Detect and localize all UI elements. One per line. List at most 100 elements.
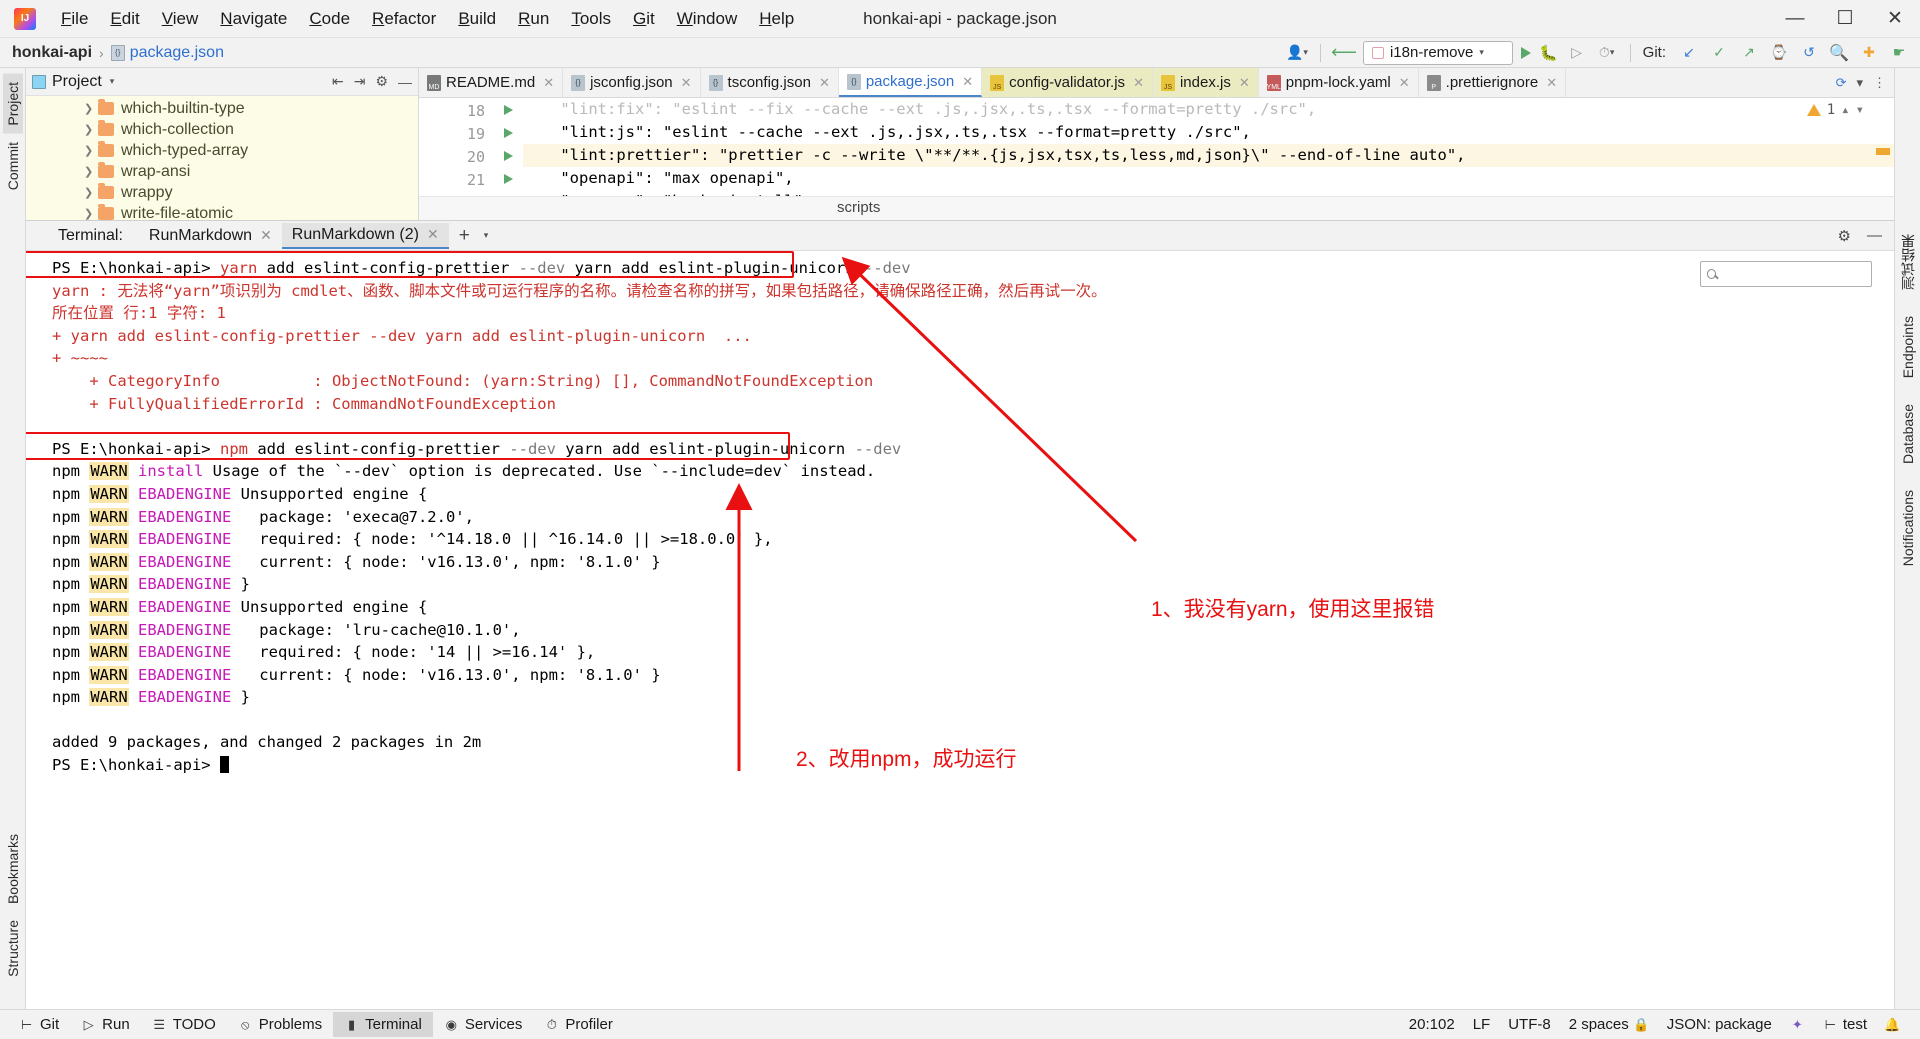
- profiler-icon[interactable]: ⏱ ▾: [1596, 42, 1618, 64]
- project-file-tree[interactable]: ❯ which-builtin-type ❯ which-collection ❯ w…: [26, 96, 418, 220]
- editor-inspection-widget[interactable]: 1 ▴ ▾: [1806, 102, 1864, 118]
- run-script-icon[interactable]: [504, 174, 513, 184]
- terminal-search-input[interactable]: [1700, 261, 1872, 287]
- chevron-right-icon[interactable]: ❯: [84, 186, 98, 199]
- error-stripe-marker[interactable]: [1876, 148, 1890, 155]
- gear-icon[interactable]: ⚙: [1838, 227, 1851, 245]
- status-bar-terminal[interactable]: ▮ Terminal: [333, 1012, 433, 1037]
- close-icon[interactable]: ✕: [543, 75, 554, 91]
- close-icon[interactable]: ✕: [1239, 75, 1250, 91]
- git-commit-check-icon[interactable]: ✓: [1708, 42, 1730, 64]
- run-script-icon[interactable]: [504, 151, 513, 161]
- git-rollback-icon[interactable]: ↺: [1798, 42, 1820, 64]
- editor-tab-readme[interactable]: MD README.md ✕: [419, 68, 564, 97]
- plugin-add-icon[interactable]: ✚: [1858, 42, 1880, 64]
- run-play-icon[interactable]: [1520, 46, 1531, 59]
- search-everywhere-icon[interactable]: 🔍: [1828, 42, 1850, 64]
- menu-code[interactable]: Code: [298, 5, 361, 33]
- indent-setting[interactable]: 2 spaces 🔒: [1569, 1016, 1650, 1033]
- editor-tab-package-json[interactable]: {} package.json ✕: [838, 68, 983, 97]
- chevron-right-icon[interactable]: ❯: [84, 207, 98, 220]
- git-update-icon[interactable]: ↙: [1678, 42, 1700, 64]
- menu-build[interactable]: Build: [447, 5, 507, 33]
- line-separator[interactable]: LF: [1473, 1016, 1491, 1033]
- status-bar-problems[interactable]: ⦸ Problems: [227, 1012, 333, 1037]
- menu-edit[interactable]: Edit: [99, 5, 150, 33]
- tree-node[interactable]: ❯ which-builtin-type: [26, 98, 418, 119]
- close-icon[interactable]: ✕: [1546, 75, 1557, 91]
- code-structure-breadcrumb[interactable]: scripts: [419, 196, 1894, 220]
- hide-panel-icon[interactable]: —: [398, 74, 412, 90]
- breadcrumb-project[interactable]: honkai-api: [12, 44, 92, 62]
- ai-assistant-icon[interactable]: ✦: [1790, 1017, 1805, 1032]
- gear-icon[interactable]: ⚙: [375, 73, 388, 90]
- update-arrow-icon[interactable]: ⟵: [1331, 42, 1357, 64]
- code-editor[interactable]: 18 19 20 21 22 "lint:fix": "eslint --fix…: [419, 98, 1894, 196]
- maximize-button[interactable]: ☐: [1820, 0, 1870, 37]
- notification-bell-icon[interactable]: 🔔: [1884, 1017, 1900, 1032]
- refresh-icon[interactable]: ⟳: [1836, 75, 1847, 91]
- status-bar-services[interactable]: ◉ Services: [433, 1012, 534, 1037]
- chevron-down-icon[interactable]: ▾: [110, 76, 115, 87]
- sidebar-item-test-results[interactable]: 测试结果: [1896, 226, 1920, 298]
- editor-tab-config-validator[interactable]: JS config-validator.js ✕: [982, 68, 1153, 97]
- close-icon[interactable]: ✕: [962, 74, 973, 90]
- sidebar-item-structure[interactable]: Structure: [3, 912, 23, 985]
- tree-node[interactable]: ❯ wrap-ansi: [26, 161, 418, 182]
- terminal-tab-runmarkdown[interactable]: RunMarkdown ✕: [139, 224, 282, 248]
- tree-node[interactable]: ❯ wrappy: [26, 182, 418, 203]
- close-icon[interactable]: ✕: [681, 75, 692, 91]
- close-icon[interactable]: ✕: [427, 226, 439, 243]
- menu-tools[interactable]: Tools: [560, 5, 622, 33]
- minimize-button[interactable]: —: [1770, 0, 1820, 37]
- menu-view[interactable]: View: [151, 5, 210, 33]
- run-with-coverage-icon[interactable]: ▷: [1566, 42, 1588, 64]
- sidebar-item-notifications[interactable]: Notifications: [1898, 482, 1918, 574]
- chevron-down-icon[interactable]: ▾: [1856, 102, 1864, 118]
- more-options-icon[interactable]: ⋮: [1873, 75, 1886, 91]
- editor-tab-index-js[interactable]: JS index.js ✕: [1152, 68, 1259, 97]
- chevron-down-icon[interactable]: ▾: [484, 230, 489, 241]
- close-icon[interactable]: ✕: [1399, 75, 1410, 91]
- menu-refactor[interactable]: Refactor: [361, 5, 447, 33]
- tree-node[interactable]: ❯ which-collection: [26, 119, 418, 140]
- status-bar-todo[interactable]: ☰ TODO: [141, 1012, 227, 1037]
- run-script-icon[interactable]: [504, 128, 513, 138]
- collapse-all-icon[interactable]: ⇤: [332, 73, 344, 90]
- chevron-right-icon[interactable]: ❯: [84, 144, 98, 157]
- sidebar-item-project[interactable]: Project: [2, 74, 23, 134]
- close-icon[interactable]: ✕: [1133, 75, 1144, 91]
- sidebar-item-bookmarks[interactable]: Bookmarks: [3, 826, 23, 912]
- chevron-right-icon[interactable]: ❯: [84, 123, 98, 136]
- menu-git[interactable]: Git: [622, 5, 666, 33]
- user-account-icon[interactable]: 👤 ▾: [1286, 42, 1308, 64]
- editor-tab-pnpm-lock[interactable]: YML pnpm-lock.yaml ✕: [1259, 68, 1419, 97]
- chevron-right-icon[interactable]: ❯: [84, 165, 98, 178]
- terminal-search-field[interactable]: [1721, 266, 1865, 282]
- file-encoding[interactable]: UTF-8: [1508, 1016, 1551, 1033]
- git-branch-widget[interactable]: ⊢ test: [1823, 1016, 1867, 1033]
- debug-bug-icon[interactable]: 🐛: [1539, 44, 1558, 62]
- close-icon[interactable]: ✕: [819, 75, 830, 91]
- caret-position[interactable]: 20:102: [1409, 1016, 1455, 1033]
- expand-all-icon[interactable]: ⇥: [354, 73, 366, 90]
- status-bar-run[interactable]: ▷ Run: [70, 1012, 141, 1037]
- terminal-tab-runmarkdown-2[interactable]: RunMarkdown (2) ✕: [281, 222, 449, 249]
- tree-node[interactable]: ❯ write-file-atomic: [26, 203, 418, 220]
- code-lines[interactable]: "lint:fix": "eslint --fix --cache --ext …: [495, 98, 1894, 196]
- run-configuration-selector[interactable]: i18n-remove ▾: [1362, 40, 1513, 65]
- plus-icon[interactable]: +: [459, 225, 470, 247]
- chevron-right-icon[interactable]: ❯: [84, 102, 98, 115]
- editor-tab-jsconfig[interactable]: {} jsconfig.json ✕: [563, 68, 701, 97]
- ide-helper-icon[interactable]: ☛: [1888, 42, 1910, 64]
- menu-file[interactable]: File: [50, 5, 99, 33]
- git-push-icon[interactable]: ↗: [1738, 42, 1760, 64]
- editor-tab-prettierignore[interactable]: P .prettierignore ✕: [1419, 68, 1567, 97]
- run-script-icon[interactable]: [504, 105, 513, 115]
- menu-navigate[interactable]: Navigate: [209, 5, 298, 33]
- schema-indicator[interactable]: JSON: package: [1667, 1016, 1772, 1033]
- minimize-icon[interactable]: —: [1867, 227, 1882, 244]
- sidebar-item-commit[interactable]: Commit: [3, 134, 23, 198]
- menu-help[interactable]: Help: [748, 5, 805, 33]
- sidebar-item-endpoints[interactable]: Endpoints: [1898, 308, 1918, 386]
